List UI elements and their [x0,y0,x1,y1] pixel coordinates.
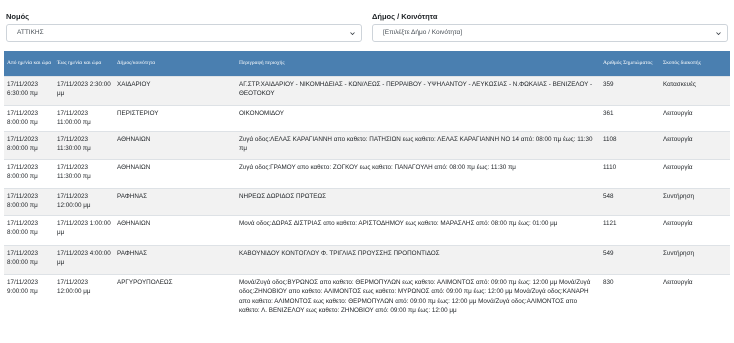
cell-municipality: ΧΑΙΔΑΡΙΟΥ [114,76,236,106]
cell-municipality: ΡΑΦΗΝΑΣ [114,245,236,275]
cell-municipality: ΡΑΦΗΝΑΣ [114,188,236,216]
cell-municipality: ΑΡΓΥΡΟΥΠΟΛΕΩΣ [114,274,236,338]
cell-description: Μονά οδος:ΔΩΡΑΣ ΔΙΣΤΡΙΑΣ απο καθετο: ΑΡΙ… [236,215,600,246]
table-header: Από ημ/νία και ώρα Έως ημ/νία και ώρα Δή… [4,51,730,77]
cell-purpose: Λειτουργία [660,159,730,189]
outages-table: Από ημ/νία και ώρα Έως ημ/νία και ώρα Δή… [4,51,730,338]
cell-description: ΑΓ.ΣΤΡ.ΧΑΙΔΑΡΙΟΥ - ΝΙΚΟΜΗΔΕΙΑΣ - ΚΩΝ/ΛΕΩ… [236,76,600,106]
cell-from: 17/11/2023 8:00:00 πμ [4,159,54,189]
col-header-purpose[interactable]: Σκοπός διακοπής [660,51,730,77]
cell-description: ΟΙΚΟΝΟΜΙΔΟΥ [236,105,600,132]
municipality-label: Δήμος / Κοινότητα [372,12,438,21]
cell-note-number: 1110 [600,159,660,189]
cell-from: 17/11/2023 8:00:00 πμ [4,215,54,246]
chevron-down-icon [350,32,355,36]
municipality-select-value: [Επιλέξτε Δήμο / Κοινότητα] [383,29,463,36]
cell-from: 17/11/2023 6:30:00 πμ [4,76,54,106]
cell-description: Μονά/Ζυγά οδος:ΒΥΡΩΝΟΣ απο καθετο: ΘΕΡΜΟ… [236,274,600,338]
cell-note-number: 1108 [600,131,660,160]
cell-to: 17/11/2023 12:00:00 μμ [54,188,114,216]
cell-purpose: Κατασκευές [660,76,730,106]
municipality-select[interactable]: [Επιλέξτε Δήμο / Κοινότητα] [372,24,728,42]
cell-to: 17/11/2023 11:00:00 πμ [54,105,114,132]
table-header-row: Από ημ/νία και ώρα Έως ημ/νία και ώρα Δή… [4,51,730,77]
cell-note-number: 548 [600,188,660,216]
col-header-to[interactable]: Έως ημ/νία και ώρα [54,51,114,77]
cell-purpose: Λειτουργία [660,215,730,246]
prefecture-select-value: ΑΤΤΙΚΗΣ [17,29,44,36]
col-header-note-number[interactable]: Αριθμός Σημειώματος [600,51,660,77]
cell-municipality: ΑΘΗΝΑΙΩΝ [114,215,236,246]
cell-to: 17/11/2023 4:00:00 μμ [54,245,114,275]
table-row: 17/11/2023 8:00:00 πμ 17/11/2023 12:00:0… [4,188,730,216]
col-header-from[interactable]: Από ημ/νία και ώρα [4,51,54,77]
cell-note-number: 361 [600,105,660,132]
cell-description: Ζυγά οδος:ΛΕΛΑΣ ΚΑΡΑΓΙΑΝΝΗ απο καθετο: Π… [236,131,600,160]
cell-to: 17/11/2023 11:30:00 πμ [54,159,114,189]
cell-municipality: ΠΕΡΙΣΤΕΡΙΟΥ [114,105,236,132]
table-row: 17/11/2023 8:00:00 πμ 17/11/2023 11:00:0… [4,105,730,132]
chevron-down-icon [716,32,721,36]
cell-from: 17/11/2023 9:00:00 πμ [4,274,54,338]
cell-purpose: Συντήρηση [660,245,730,275]
cell-from: 17/11/2023 8:00:00 πμ [4,188,54,216]
filter-bar: Νομός ΑΤΤΙΚΗΣ Δήμος / Κοινότητα [Επιλέξτ… [0,0,734,48]
cell-purpose: Λειτουργία [660,274,730,338]
table-body: 17/11/2023 6:30:00 πμ 17/11/2023 2:30:00… [4,76,730,338]
cell-from: 17/11/2023 8:00:00 πμ [4,105,54,132]
cell-municipality: ΑΘΗΝΑΙΩΝ [114,131,236,160]
table-row: 17/11/2023 6:30:00 πμ 17/11/2023 2:30:00… [4,76,730,106]
table-row: 17/11/2023 9:00:00 πμ 17/11/2023 12:00:0… [4,274,730,338]
cell-note-number: 359 [600,76,660,106]
cell-from: 17/11/2023 8:00:00 πμ [4,131,54,160]
col-header-municipality[interactable]: Δήμος/κοινότητα [114,51,236,77]
cell-purpose: Λειτουργία [660,131,730,160]
cell-municipality: ΑΘΗΝΑΙΩΝ [114,159,236,189]
cell-note-number: 830 [600,274,660,338]
table-row: 17/11/2023 8:00:00 πμ 17/11/2023 4:00:00… [4,245,730,275]
cell-to: 17/11/2023 2:30:00 μμ [54,76,114,106]
col-header-description[interactable]: Περιγραφή περιοχής [236,51,600,77]
prefecture-select[interactable]: ΑΤΤΙΚΗΣ [6,24,362,42]
table-row: 17/11/2023 8:00:00 πμ 17/11/2023 1:00:00… [4,215,730,246]
cell-description: ΚΑΒΟΥΝΙΔΟΥ ΚΟΝΤΟΓΛΟΥ Φ. ΤΡΙΓΛΙΑΣ ΠΡΟΥΣΣΗ… [236,245,600,275]
cell-purpose: Συντήρηση [660,188,730,216]
prefecture-label: Νομός [6,12,30,21]
table-row: 17/11/2023 8:00:00 πμ 17/11/2023 11:30:0… [4,131,730,160]
cell-note-number: 549 [600,245,660,275]
table-row: 17/11/2023 8:00:00 πμ 17/11/2023 11:30:0… [4,159,730,189]
cell-from: 17/11/2023 8:00:00 πμ [4,245,54,275]
cell-to: 17/11/2023 12:00:00 μμ [54,274,114,338]
cell-to: 17/11/2023 11:30:00 πμ [54,131,114,160]
cell-to: 17/11/2023 1:00:00 μμ [54,215,114,246]
cell-description: Ζυγά οδος:ΓΡΑΜΟΥ απο καθετο: ΖΟΓΚΟΥ εως … [236,159,600,189]
cell-note-number: 1121 [600,215,660,246]
cell-description: ΝΗΡΕΩΣ ΔΩΡΙΔΟΣ ΠΡΩΤΕΩΣ [236,188,600,216]
cell-purpose: Λειτουργία [660,105,730,132]
